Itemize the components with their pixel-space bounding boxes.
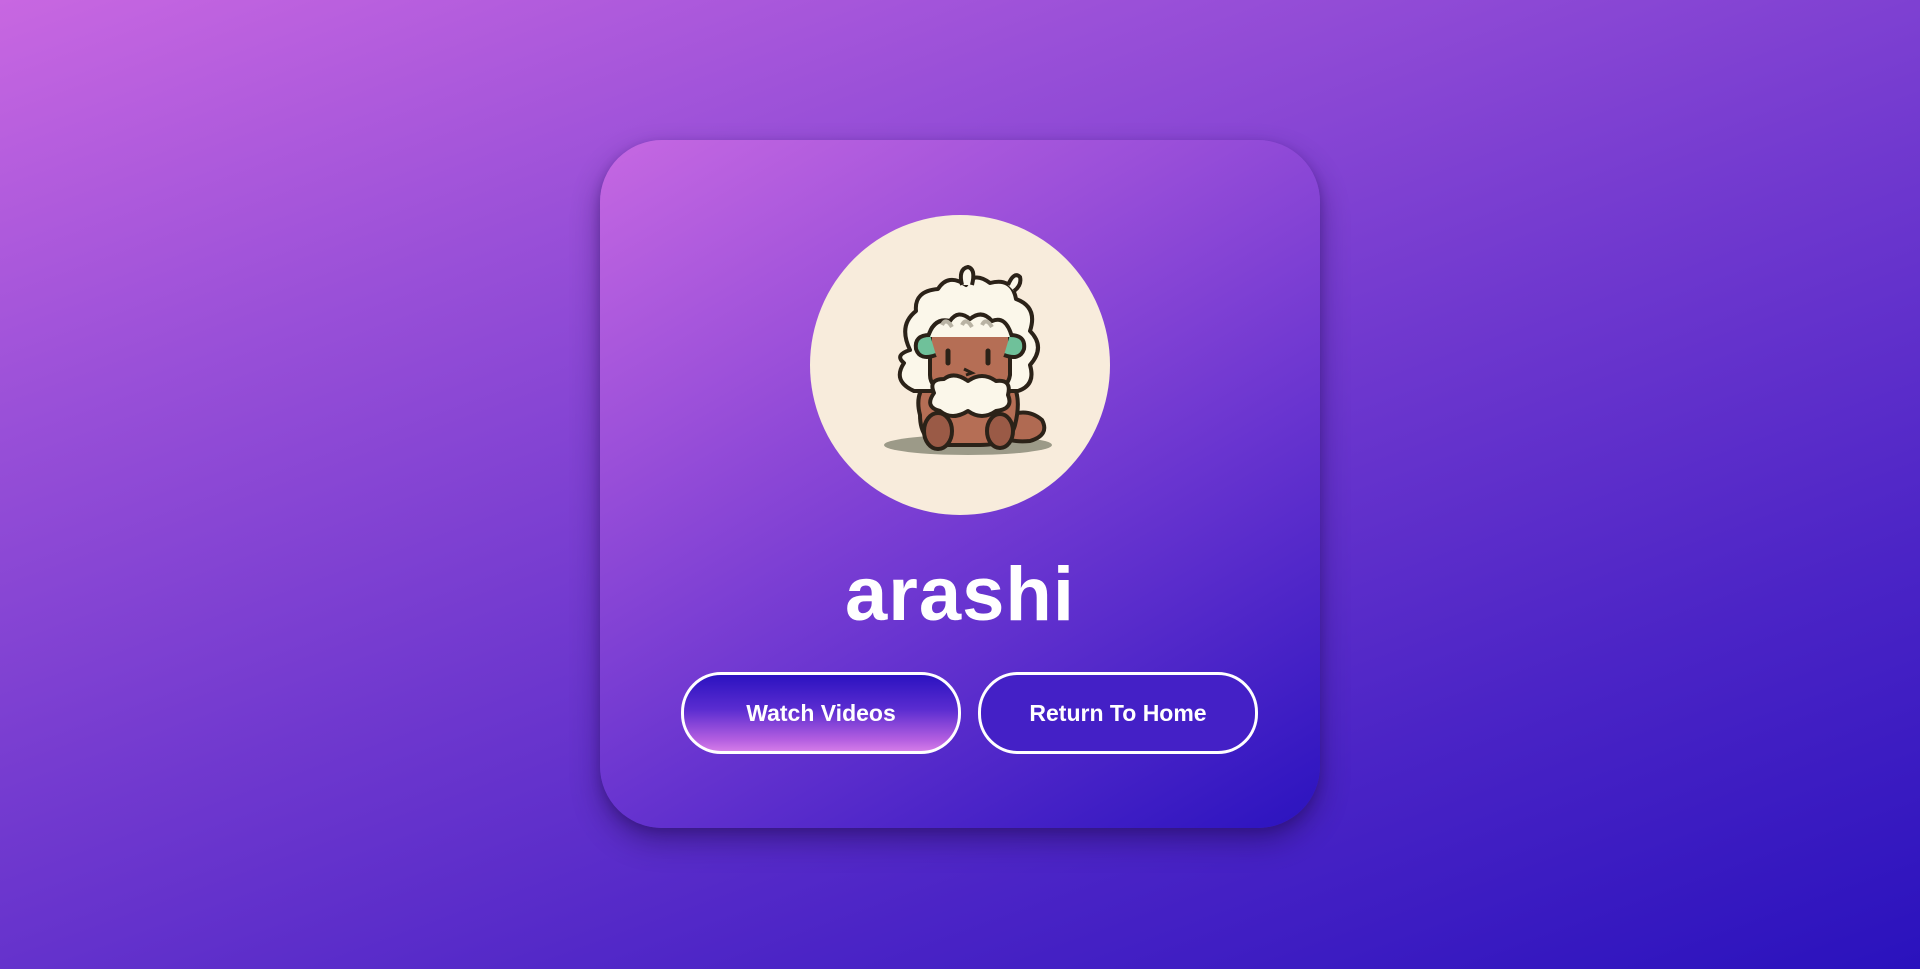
sheep-plush-icon (884, 264, 1052, 455)
return-home-button[interactable]: Return To Home (978, 672, 1258, 754)
page-background: arashi Watch Videos Return To Home (0, 0, 1920, 969)
avatar (810, 215, 1110, 515)
profile-card: arashi Watch Videos Return To Home (600, 140, 1320, 828)
watch-videos-button[interactable]: Watch Videos (681, 672, 961, 754)
profile-name: arashi (845, 552, 1075, 637)
